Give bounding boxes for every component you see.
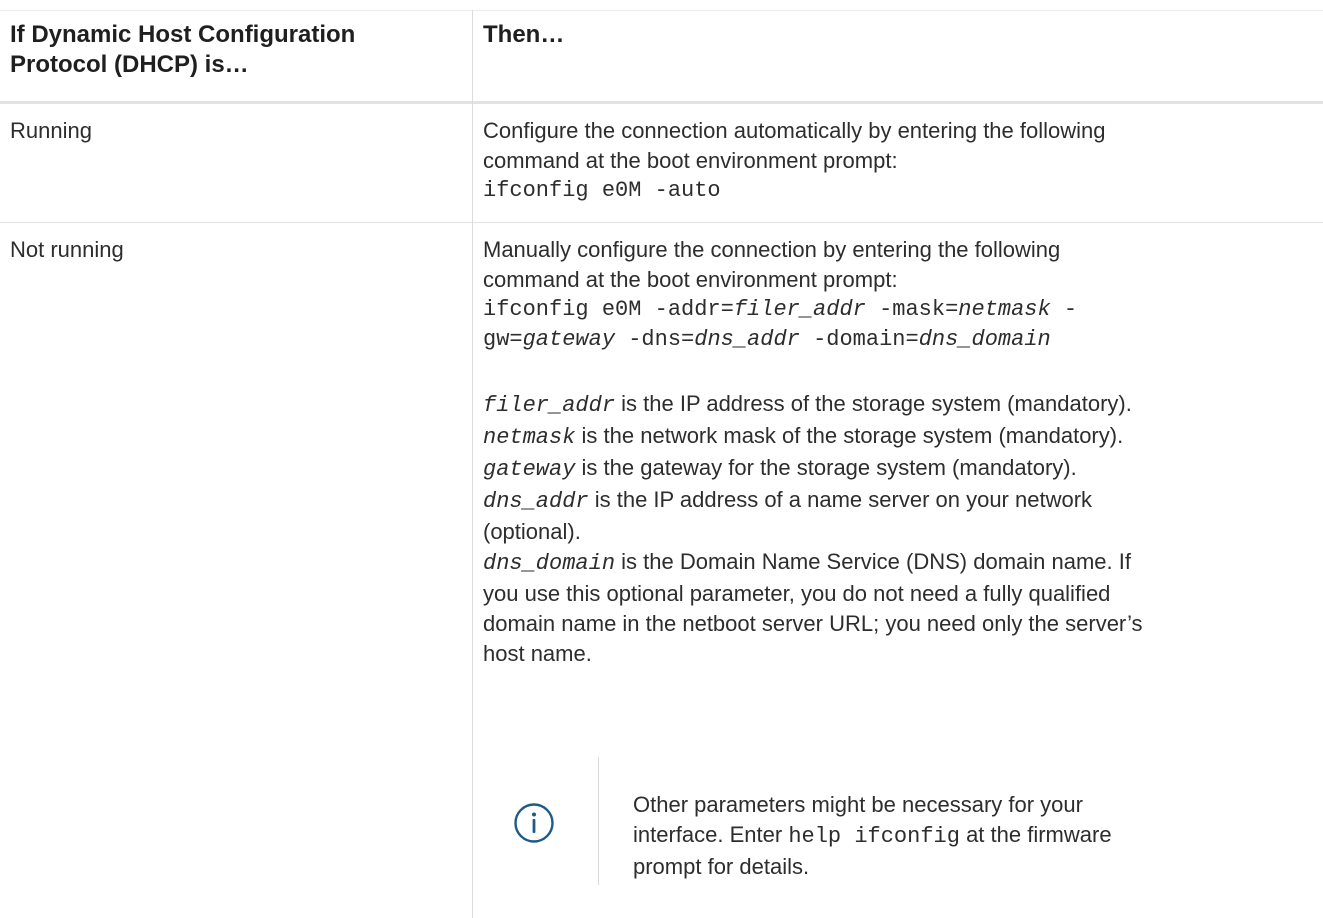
row-not-running-action: Manually configure the connection by ent… <box>473 235 1323 669</box>
param-description: dns_domain is the Domain Name Service (D… <box>483 547 1323 579</box>
param-name: filer_addr <box>483 393 616 418</box>
dns-domain-desc-line4: host name. <box>483 641 592 666</box>
cmd-part: -dns= <box>615 327 695 352</box>
param-desc: is the IP address of a name server on yo… <box>588 487 1093 512</box>
header-cell-then: Then… <box>483 21 565 48</box>
note-line2-a: interface. Enter <box>633 822 789 847</box>
manual-command-line1: ifconfig e0M -addr=filer_addr -mask=netm… <box>483 295 1323 325</box>
cmd-param-dns-addr: dns_addr <box>694 327 800 352</box>
table-top-border <box>0 10 1323 11</box>
row-running-action-line2: command at the boot environment prompt: <box>483 148 898 173</box>
row-not-running-action-line2: command at the boot environment prompt: <box>483 267 898 292</box>
param-desc: is the Domain Name Service (DNS) domain … <box>615 549 1131 574</box>
row-running-action-line1: Configure the connection automatically b… <box>483 118 1106 143</box>
note-divider <box>598 757 599 885</box>
info-icon <box>512 801 556 845</box>
param-name: dns_addr <box>483 489 589 514</box>
header-condition-line2: Protocol (DHCP) is… <box>10 51 249 78</box>
cmd-part: -mask= <box>865 297 959 322</box>
param-description: gateway is the gateway for the storage s… <box>483 453 1323 485</box>
manual-command-line2: gw=gateway -dns=dns_addr -domain=dns_dom… <box>483 325 1323 355</box>
note-line2-b: at the firmware <box>959 822 1112 847</box>
header-bottom-border <box>0 101 1323 104</box>
row-running-action: Configure the connection automatically b… <box>473 116 1323 206</box>
row-running-condition: Running <box>10 118 92 143</box>
dns-domain-desc-line3: domain name in the netboot server URL; y… <box>483 611 1143 636</box>
param-desc: is the gateway for the storage system (m… <box>575 455 1077 480</box>
param-desc: is the IP address of the storage system … <box>615 391 1132 416</box>
param-description: dns_addr is the IP address of a name ser… <box>483 485 1323 517</box>
param-name: dns_domain <box>483 551 616 576</box>
cmd-part: -domain= <box>799 327 919 352</box>
cmd-param-netmask: netmask <box>958 297 1051 322</box>
row-not-running-action-line1: Manually configure the connection by ent… <box>483 237 1061 262</box>
row-running-command: ifconfig e0M -auto <box>483 178 721 203</box>
param-name: gateway <box>483 457 576 482</box>
param-description: netmask is the network mask of the stora… <box>483 421 1323 453</box>
header-condition-line1: If Dynamic Host Configuration <box>10 21 356 48</box>
cmd-param-dns-domain: dns_domain <box>918 327 1051 352</box>
param-optional-line: (optional). <box>483 519 581 544</box>
cmd-param-gateway: gateway <box>522 327 616 352</box>
column-divider <box>472 10 473 918</box>
note-code-help-ifconfig: help ifconfig <box>788 824 960 849</box>
param-description: filer_addr is the IP address of the stor… <box>483 389 1323 421</box>
row-not-running-condition: Not running <box>10 237 124 262</box>
note-line1: Other parameters might be necessary for … <box>633 792 1083 817</box>
param-desc: is the network mask of the storage syste… <box>575 423 1124 448</box>
cmd-part: ifconfig e0M -addr= <box>483 297 734 322</box>
cmd-param-filer-addr: filer_addr <box>733 297 866 322</box>
cmd-part: gw= <box>483 327 523 352</box>
note-line3: prompt for details. <box>633 854 810 879</box>
note-text: Other parameters might be necessary for … <box>633 790 1313 882</box>
row-divider <box>0 222 1323 223</box>
dns-domain-desc-line2: you use this optional parameter, you do … <box>483 581 1111 606</box>
header-cell-condition: If Dynamic Host Configuration Protocol (… <box>0 20 472 80</box>
info-icon-svg <box>514 803 554 843</box>
cmd-part: - <box>1050 297 1078 322</box>
param-name: netmask <box>483 425 576 450</box>
note-line2: interface. Enter help ifconfig at the fi… <box>633 820 1313 852</box>
